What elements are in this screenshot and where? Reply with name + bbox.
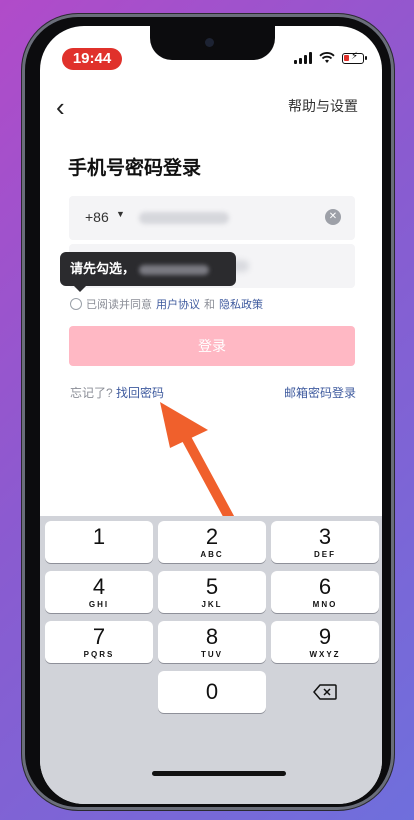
key-2[interactable]: 2 ABC (158, 521, 266, 563)
user-agreement-link[interactable]: 用户协议 (156, 296, 200, 312)
key-7[interactable]: 7 PQRS (45, 621, 153, 663)
privacy-policy-link[interactable]: 隐私政策 (219, 296, 263, 312)
delete-key[interactable] (271, 671, 379, 713)
camera-icon (205, 38, 214, 47)
back-button[interactable]: ‹ (56, 92, 65, 123)
agreement-row: 已阅读并同意 用户协议 和 隐私政策 (70, 296, 263, 312)
phone-screen: 19:44 ⚡ ‹ 帮助与设置 手机号密码登录 +86 ▼ ✕ 请先勾选， 已阅… (40, 26, 382, 804)
key-5[interactable]: 5 JKL (158, 571, 266, 613)
key-4[interactable]: 4 GHI (45, 571, 153, 613)
home-indicator (152, 771, 286, 776)
forgot-prefix: 忘记了? (70, 386, 113, 400)
battery-icon: ⚡ (342, 51, 367, 64)
status-icons: ⚡ (294, 51, 367, 64)
key-9[interactable]: 9 WXYZ (271, 621, 379, 663)
agree-and: 和 (204, 299, 215, 311)
key-8[interactable]: 8 TUV (158, 621, 266, 663)
page-title: 手机号密码登录 (68, 158, 202, 179)
numeric-keypad: 1 2 ABC 3 DEF 4 GHI 5 JKL 6 MNO 7 PQRS 8 TUV 9W… (40, 516, 382, 804)
country-code[interactable]: +86 (85, 209, 109, 225)
agree-radio[interactable] (70, 298, 82, 310)
key-6[interactable]: 6 MNO (271, 571, 379, 613)
clear-icon[interactable]: ✕ (325, 209, 341, 225)
chevron-down-icon[interactable]: ▼ (116, 209, 125, 219)
phone-input[interactable]: +86 ▼ ✕ (69, 196, 355, 240)
blurred-tooltip-text (139, 264, 210, 275)
agree-prefix: 已阅读并同意 (86, 299, 152, 311)
login-button[interactable]: 登录 (69, 326, 355, 366)
help-settings-link[interactable]: 帮助与设置 (288, 96, 358, 116)
agreement-tooltip: 请先勾选， (60, 252, 236, 292)
backspace-icon (313, 684, 337, 700)
key-3[interactable]: 3 DEF (271, 521, 379, 563)
key-1[interactable]: 1 (45, 521, 153, 563)
email-login-link[interactable]: 邮箱密码登录 (284, 384, 356, 401)
tooltip-text: 请先勾选 (70, 261, 123, 276)
key-0[interactable]: 0 (158, 671, 266, 713)
blurred-phone-number (139, 212, 229, 224)
signal-icon (294, 52, 312, 64)
status-time: 19:44 (62, 48, 122, 70)
wifi-icon (319, 52, 335, 63)
notch (150, 26, 275, 60)
